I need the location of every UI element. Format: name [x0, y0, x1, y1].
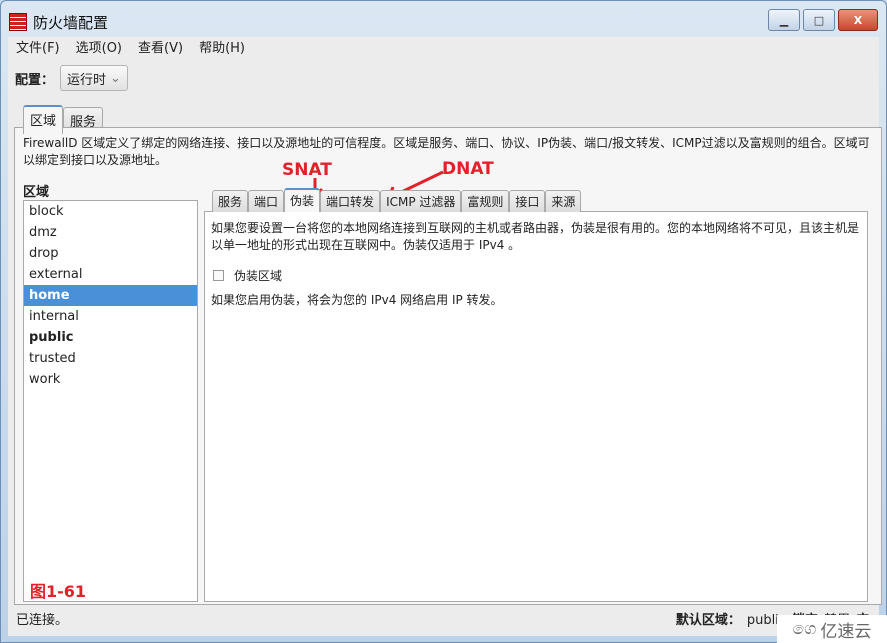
masquerade-intro: 如果您要设置一台将您的本地网络连接到互联网的主机或者路由器，伪装是很有用的。您的…: [211, 221, 860, 252]
zone-item-drop[interactable]: drop: [24, 243, 197, 264]
tab-sources[interactable]: 来源: [545, 190, 582, 212]
menu-options[interactable]: 选项(O): [76, 39, 122, 59]
zone-item-external[interactable]: external: [24, 264, 197, 285]
menu-file[interactable]: 文件(F): [16, 39, 60, 59]
client-area: 文件(F) 选项(O) 查看(V) 帮助(H) 配置： 运行时 ⌄ 区域 服务 …: [8, 37, 882, 636]
zone-item-internal[interactable]: internal: [24, 306, 197, 327]
maximize-button[interactable]: □: [803, 9, 835, 31]
tab-ports[interactable]: 端口: [248, 190, 285, 212]
watermark-text: 亿速云: [820, 621, 872, 642]
window-title: 防火墙配置: [33, 13, 109, 32]
close-button[interactable]: X: [838, 9, 878, 31]
checkbox-icon[interactable]: [213, 270, 224, 281]
status-bar: 已连接。 默认区域： public 锁定 禁用 应: [8, 606, 879, 636]
figure-label: 图1-61: [30, 582, 87, 601]
menu-bar: 文件(F) 选项(O) 查看(V) 帮助(H): [16, 39, 245, 59]
tab-port-forwarding[interactable]: 端口转发: [320, 190, 381, 212]
zone-item-trusted[interactable]: trusted: [24, 348, 197, 369]
firewall-window: 防火墙配置 ▁ □ X 文件(F) 选项(O) 查看(V) 帮助(H) 配置： …: [0, 0, 887, 643]
config-label: 配置：: [15, 72, 55, 88]
tab-zones[interactable]: 区域: [23, 105, 64, 134]
title-bar: 防火墙配置 ▁ □ X: [9, 9, 878, 35]
connection-status: 已连接。: [16, 613, 69, 628]
zones-panel: FirewallD 区域定义了绑定的网络连接、接口以及源地址的可信程度。区域是服…: [14, 127, 882, 605]
snat-annotation: SNAT: [282, 160, 332, 180]
tab-interfaces[interactable]: 接口: [509, 190, 546, 212]
zone-item-work[interactable]: work: [24, 369, 197, 390]
menu-view[interactable]: 查看(V): [138, 39, 183, 59]
tab-services[interactable]: 服务: [212, 190, 249, 212]
config-select[interactable]: 运行时 ⌄: [60, 65, 128, 91]
menu-help[interactable]: 帮助(H): [199, 39, 245, 59]
masquerade-panel: 如果您要设置一台将您的本地网络连接到互联网的主机或者路由器，伪装是很有用的。您的…: [204, 211, 868, 602]
cloud-logo-icon: ගෙ: [792, 619, 817, 639]
zone-item-block[interactable]: block: [24, 201, 197, 222]
zone-item-public[interactable]: public: [24, 327, 197, 348]
zone-list[interactable]: block dmz drop external home internal pu…: [23, 200, 198, 602]
masquerade-note: 如果您启用伪装，将会为您的 IPv4 网络启用 IP 转发。: [211, 293, 503, 307]
watermark: ගෙ 亿速云: [777, 615, 887, 643]
dnat-annotation: DNAT: [442, 159, 494, 179]
zones-label: 区域: [23, 185, 50, 200]
zone-item-dmz[interactable]: dmz: [24, 222, 197, 243]
firewall-app-icon: [9, 13, 27, 31]
masquerade-checkbox[interactable]: 伪装区域: [213, 267, 282, 284]
masquerade-checkbox-label: 伪装区域: [234, 269, 283, 283]
tab-rich-rules[interactable]: 富规则: [461, 190, 510, 212]
chevron-down-icon: ⌄: [110, 70, 121, 86]
tab-masquerade[interactable]: 伪装: [284, 188, 321, 212]
default-zone-label: 默认区域：: [675, 613, 741, 628]
tab-icmp-filter[interactable]: ICMP 过滤器: [380, 190, 462, 212]
config-value: 运行时: [67, 72, 107, 88]
minimize-button[interactable]: ▁: [768, 9, 800, 31]
zone-item-home[interactable]: home: [24, 285, 197, 306]
